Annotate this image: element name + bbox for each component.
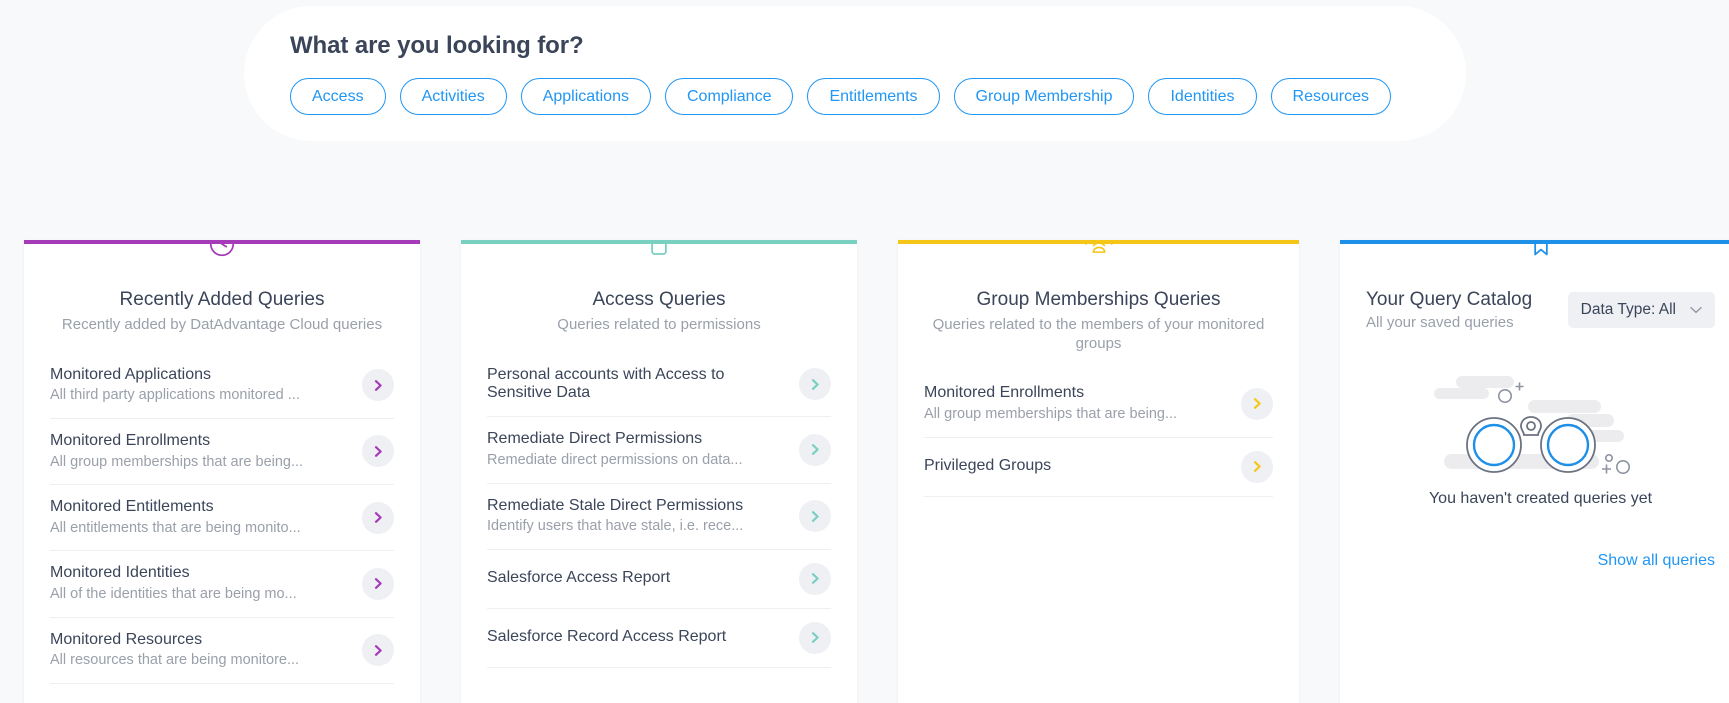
catalog-title: Your Query Catalog: [1366, 289, 1533, 310]
card-access-queries: Access Queries Queries related to permis…: [461, 240, 857, 703]
chevron-right-icon[interactable]: [362, 634, 394, 667]
query-item-text: Personal accounts with Access to Sensiti…: [487, 366, 787, 404]
query-item-title: Personal accounts with Access to Sensiti…: [487, 365, 725, 402]
query-item-description: All entitlements that are being monito..…: [50, 519, 301, 536]
query-item-title: Salesforce Record Access Report: [487, 628, 727, 646]
chevron-down-icon: [1690, 301, 1702, 319]
data-type-filter-label: Data Type: All: [1580, 301, 1676, 318]
query-item-title: Remediate Direct Permissions: [487, 430, 703, 448]
query-list-item[interactable]: Monitored Applications All third party ap…: [50, 353, 394, 419]
show-all-queries-link[interactable]: Show all queries: [1366, 552, 1715, 570]
search-pill-identities[interactable]: Identities: [1148, 77, 1257, 116]
catalog-empty-state: You haven't created queries yet Show all…: [1366, 331, 1715, 570]
card-body: Group Memberships Queries Queries relate…: [898, 240, 1299, 703]
query-item-text: Monitored Applications All third party ap…: [50, 366, 350, 405]
chevron-right-icon[interactable]: [799, 621, 831, 654]
search-category-pills: Access Activities Applications Compliance En…: [290, 77, 1466, 116]
query-item-text: Remediate Stale Direct Permissions Identi…: [487, 497, 787, 536]
query-list-item[interactable]: Salesforce Record Access Report: [487, 609, 831, 668]
query-item-text: Privileged Groups: [924, 457, 1229, 476]
chevron-right-icon[interactable]: [362, 567, 394, 600]
chevron-right-icon[interactable]: [1241, 450, 1273, 483]
query-item-description: Identify users that have stale, i.e. rec…: [487, 518, 744, 535]
query-list-item[interactable]: Monitored Resources All resources that ar…: [50, 618, 394, 684]
query-list: Monitored Applications All third party ap…: [50, 353, 394, 684]
query-item-description: Remediate direct permissions on data...: [487, 452, 743, 469]
query-item-description: All third party applications monitored .…: [50, 387, 300, 404]
query-item-title: Monitored Identities: [50, 564, 190, 582]
card-title: Group Memberships Queries: [976, 289, 1221, 310]
query-item-title: Monitored Enrollments: [924, 384, 1085, 402]
query-item-title: Privileged Groups: [924, 457, 1052, 475]
chevron-right-icon[interactable]: [362, 369, 394, 402]
chevron-right-icon[interactable]: [799, 500, 831, 533]
query-item-title: Monitored Enrollments: [50, 431, 211, 449]
query-item-text: Monitored Identities All of the identitie…: [50, 564, 350, 603]
card-body: Access Queries Queries related to permis…: [461, 240, 857, 703]
query-item-text: Salesforce Access Report: [487, 569, 787, 588]
query-list: Personal accounts with Access to Sensiti…: [487, 353, 831, 668]
card-group-memberships-queries: Group Memberships Queries Queries relate…: [898, 240, 1299, 703]
search-pill-compliance[interactable]: Compliance: [664, 77, 794, 116]
query-list-item[interactable]: Monitored Entitlements All entitlements t…: [50, 485, 394, 552]
card-title: Access Queries: [592, 289, 726, 310]
catalog-header: Your Query Catalog All your saved querie…: [1366, 244, 1715, 331]
card-header: Group Memberships Queries Queries relate…: [924, 244, 1273, 353]
query-list: Monitored Enrollments All group membershi…: [924, 371, 1273, 497]
query-item-description: All group memberships that are being...: [924, 406, 1178, 423]
query-item-text: Monitored Enrollments All group membershi…: [50, 432, 350, 471]
chevron-right-icon[interactable]: [362, 501, 394, 534]
query-item-text: Monitored Resources All resources that ar…: [50, 631, 350, 670]
search-pill-applications[interactable]: Applications: [520, 77, 651, 116]
chevron-right-icon[interactable]: [799, 433, 831, 466]
query-item-title: Monitored Entitlements: [50, 498, 214, 516]
chevron-right-icon[interactable]: [1241, 387, 1273, 420]
query-item-title: Salesforce Access Report: [487, 569, 671, 587]
card-your-query-catalog: Your Query Catalog All your saved querie…: [1340, 240, 1729, 703]
query-item-text: Salesforce Record Access Report: [487, 628, 787, 647]
chevron-right-icon[interactable]: [362, 435, 394, 468]
card-subtitle: Recently added by DatAdvantage Cloud que…: [61, 315, 383, 333]
catalog-titles: Your Query Catalog All your saved querie…: [1366, 288, 1532, 331]
query-list-item[interactable]: Privileged Groups: [924, 438, 1273, 497]
query-item-description: All of the identities that are being mo.…: [50, 586, 297, 603]
query-item-description: All resources that are being monitore...: [50, 652, 300, 669]
card-subtitle: Queries related to the members of your m…: [932, 315, 1265, 352]
binoculars-icon: [1366, 349, 1715, 484]
search-pill-resources[interactable]: Resources: [1270, 77, 1391, 116]
card-header: Recently Added Queries Recently added by…: [50, 244, 394, 335]
card-subtitle: Queries related to permissions: [557, 315, 761, 333]
chevron-right-icon[interactable]: [799, 368, 831, 401]
card-header: Access Queries Queries related to permis…: [487, 244, 831, 335]
catalog-empty-message: You haven't created queries yet: [1428, 489, 1653, 507]
query-list-item[interactable]: Monitored Identities All of the identitie…: [50, 551, 394, 618]
search-pill-group-membership[interactable]: Group Membership: [953, 77, 1135, 116]
query-item-title: Monitored Applications: [50, 365, 211, 383]
query-item-text: Monitored Enrollments All group membershi…: [924, 384, 1229, 423]
search-pill-entitlements[interactable]: Entitlements: [807, 77, 940, 116]
chevron-right-icon[interactable]: [799, 562, 831, 595]
search-panel: What are you looking for? Access Activiti…: [244, 6, 1466, 141]
card-body: Recently Added Queries Recently added by…: [24, 240, 420, 703]
search-pill-activities[interactable]: Activities: [399, 77, 507, 116]
query-list-item[interactable]: Remediate Stale Direct Permissions Identi…: [487, 484, 831, 550]
query-item-text: Monitored Entitlements All entitlements t…: [50, 498, 350, 537]
query-list-item[interactable]: Salesforce Access Report: [487, 550, 831, 609]
query-list-item[interactable]: Personal accounts with Access to Sensiti…: [487, 353, 831, 418]
catalog-subtitle: All your saved queries: [1366, 313, 1514, 331]
query-item-description: All group memberships that are being...: [50, 453, 304, 470]
card-title: Recently Added Queries: [119, 289, 325, 310]
data-type-filter-dropdown[interactable]: Data Type: All: [1567, 292, 1715, 328]
query-list-item[interactable]: Monitored Enrollments All group membershi…: [924, 371, 1273, 438]
card-body: Your Query Catalog All your saved querie…: [1340, 240, 1729, 703]
query-item-title: Remediate Stale Direct Permissions: [487, 496, 744, 514]
query-cards-row: Recently Added Queries Recently added by…: [0, 240, 1729, 703]
query-list-item[interactable]: Remediate Direct Permissions Remediate di…: [487, 417, 831, 484]
card-recently-added-queries: Recently Added Queries Recently added by…: [24, 240, 420, 703]
query-item-text: Remediate Direct Permissions Remediate di…: [487, 430, 787, 469]
query-list-item[interactable]: Monitored Enrollments All group membershi…: [50, 419, 394, 486]
query-item-title: Monitored Resources: [50, 630, 203, 648]
search-title: What are you looking for?: [290, 31, 584, 59]
search-pill-access[interactable]: Access: [290, 77, 386, 116]
